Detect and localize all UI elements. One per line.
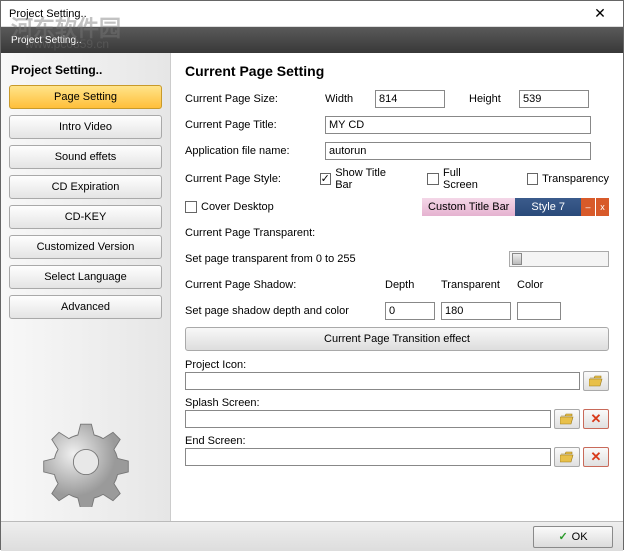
height-label: Height (469, 93, 519, 105)
end-screen-input[interactable] (185, 448, 551, 466)
check-icon: ✓ (558, 530, 567, 543)
end-delete-button[interactable]: ✕ (583, 447, 609, 467)
app-name-input[interactable] (325, 142, 591, 160)
width-input[interactable] (375, 90, 445, 108)
folder-open-icon (589, 375, 603, 387)
page-transparent-label: Current Page Transparent: (185, 227, 315, 239)
ok-label: OK (572, 531, 588, 543)
set-shadow-label: Set page shadow depth and color (185, 305, 385, 317)
splash-delete-button[interactable]: ✕ (583, 409, 609, 429)
sidebar-item-select-language[interactable]: Select Language (9, 265, 162, 289)
sidebar-item-customized-version[interactable]: Customized Version (9, 235, 162, 259)
sidebar-item-intro-video[interactable]: Intro Video (9, 115, 162, 139)
show-title-bar-label: Show Title Bar (335, 167, 403, 191)
sidebar-item-page-setting[interactable]: Page Setting (9, 85, 162, 109)
sidebar-item-cd-key[interactable]: CD-KEY (9, 205, 162, 229)
project-icon-open-button[interactable] (583, 371, 609, 391)
preview-min-icon: – (581, 198, 595, 216)
splash-screen-input[interactable] (185, 410, 551, 428)
project-icon-input[interactable] (185, 372, 580, 390)
sidebar-item-sound-effets[interactable]: Sound effets (9, 145, 162, 169)
ok-button[interactable]: ✓ OK (533, 526, 613, 548)
page-heading: Current Page Setting (185, 63, 609, 79)
custom-title-bar-label: Custom Title Bar (422, 198, 515, 216)
color-picker[interactable] (517, 302, 561, 320)
folder-open-icon (560, 413, 574, 425)
cover-desktop-label: Cover Desktop (201, 201, 274, 213)
project-icon-label: Project Icon: (185, 359, 609, 371)
title-bar-style-preview[interactable]: Custom Title Bar Style 7 – x (422, 198, 609, 216)
set-transparent-label: Set page transparent from 0 to 255 (185, 253, 509, 265)
width-label: Width (325, 93, 375, 105)
folder-open-icon (560, 451, 574, 463)
page-size-label: Current Page Size: (185, 93, 325, 105)
window-title: Project Setting.. (9, 8, 585, 20)
sidebar-item-cd-expiration[interactable]: CD Expiration (9, 175, 162, 199)
full-screen-checkbox[interactable] (427, 173, 439, 185)
app-name-label: Application file name: (185, 145, 325, 157)
depth-input[interactable] (385, 302, 435, 320)
gear-icon (9, 409, 162, 515)
page-title-input[interactable] (325, 116, 591, 134)
end-open-button[interactable] (554, 447, 580, 467)
transition-effect-button[interactable]: Current Page Transition effect (185, 327, 609, 351)
splash-open-button[interactable] (554, 409, 580, 429)
depth-label: Depth (385, 279, 441, 291)
cover-desktop-checkbox[interactable] (185, 201, 197, 213)
height-input[interactable] (519, 90, 589, 108)
close-icon[interactable]: ✕ (585, 4, 615, 24)
transparency-label: Transparency (542, 173, 609, 185)
transparency-checkbox[interactable] (527, 173, 539, 185)
page-title-label: Current Page Title: (185, 119, 325, 131)
full-screen-label: Full Screen (443, 167, 497, 191)
end-screen-label: End Screen: (185, 435, 609, 447)
trans-label: Transparent (441, 279, 517, 291)
transparent-slider[interactable] (509, 251, 609, 267)
sidebar-header: Project Setting.. (11, 63, 160, 77)
ribbon-label: Project Setting.. (1, 27, 623, 53)
splash-screen-label: Splash Screen: (185, 397, 609, 409)
trans-input[interactable] (441, 302, 511, 320)
sidebar-item-advanced[interactable]: Advanced (9, 295, 162, 319)
show-title-bar-checkbox[interactable] (320, 173, 332, 185)
color-label: Color (517, 279, 543, 291)
preview-close-icon: x (595, 198, 609, 216)
style-name: Style 7 (515, 198, 581, 216)
page-shadow-label: Current Page Shadow: (185, 279, 385, 291)
page-style-label: Current Page Style: (185, 173, 320, 185)
